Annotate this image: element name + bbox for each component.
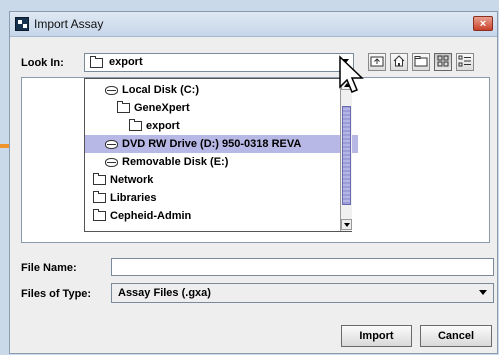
dropdown-item-network[interactable]: Network: [85, 171, 346, 189]
list-view-icon: [437, 55, 449, 67]
dropdown-item-label: Local Disk (C:): [122, 84, 200, 96]
window-title: Import Assay: [34, 17, 104, 31]
file-name-input[interactable]: [111, 258, 494, 276]
new-folder-icon: [414, 56, 428, 67]
dropdown-item-label: DVD RW Drive (D:) 950-0318 REVA: [122, 138, 302, 150]
details-view-button[interactable]: [456, 53, 474, 71]
dropdown-item-label: Removable Disk (E:): [122, 156, 229, 168]
details-view-icon: [458, 55, 471, 67]
folder-icon: [93, 173, 106, 186]
close-icon: ×: [479, 18, 487, 30]
dropdown-item-label: GeneXpert: [134, 102, 190, 114]
up-folder-button[interactable]: [368, 53, 386, 71]
dropdown-item-label: export: [146, 120, 180, 132]
new-folder-button[interactable]: [412, 53, 430, 71]
import-button[interactable]: Import: [341, 325, 412, 347]
look-in-combo[interactable]: export: [84, 53, 354, 72]
dropdown-scrollbar[interactable]: [340, 79, 352, 231]
disk-icon: [105, 157, 118, 167]
dropdown-item-libraries[interactable]: Libraries: [85, 189, 346, 207]
close-button[interactable]: ×: [473, 16, 493, 31]
cancel-button[interactable]: Cancel: [420, 325, 492, 347]
file-type-label: Files of Type:: [21, 288, 92, 300]
scroll-down-icon[interactable]: [341, 219, 352, 230]
list-view-button[interactable]: [434, 53, 452, 71]
home-icon: [393, 55, 405, 67]
folder-icon: [93, 191, 106, 204]
scrollbar-thumb[interactable]: [342, 106, 351, 205]
folder-icon: [90, 56, 103, 68]
dropdown-item-label: Libraries: [110, 192, 157, 204]
folder-icon: [93, 209, 106, 222]
look-in-value: export: [109, 56, 143, 68]
dropdown-item-export[interactable]: export: [85, 117, 382, 135]
dropdown-item-label: Network: [110, 174, 154, 186]
home-button[interactable]: [390, 53, 408, 71]
disk-icon: [105, 139, 118, 149]
dropdown-item-dvd-drive[interactable]: DVD RW Drive (D:) 950-0318 REVA: [85, 135, 358, 153]
folder-icon: [117, 101, 130, 114]
import-assay-dialog: Import Assay × Look In: export Local Dis…: [9, 11, 498, 354]
look-in-label: Look In:: [21, 57, 64, 69]
up-folder-icon: [370, 56, 384, 67]
dropdown-item-genexpert[interactable]: GeneXpert: [85, 99, 370, 117]
file-type-combo[interactable]: Assay Files (.gxa): [111, 283, 494, 303]
dropdown-item-label: Cepheid-Admin: [110, 210, 192, 222]
dropdown-item-cepheid-admin[interactable]: Cepheid-Admin: [85, 207, 346, 225]
file-name-label: File Name:: [21, 262, 77, 274]
file-type-value: Assay Files (.gxa): [118, 287, 211, 299]
chevron-down-icon: [479, 290, 487, 295]
mouse-cursor-icon: [339, 55, 364, 93]
look-in-dropdown[interactable]: Local Disk (C:) GeneXpert export DVD RW …: [84, 78, 358, 232]
app-icon: [15, 17, 29, 31]
dropdown-item-local-disk[interactable]: Local Disk (C:): [85, 81, 358, 99]
title-bar: Import Assay ×: [10, 12, 497, 37]
folder-icon: [129, 119, 142, 132]
dropdown-item-removable-disk[interactable]: Removable Disk (E:): [85, 153, 358, 171]
disk-icon: [105, 85, 118, 95]
